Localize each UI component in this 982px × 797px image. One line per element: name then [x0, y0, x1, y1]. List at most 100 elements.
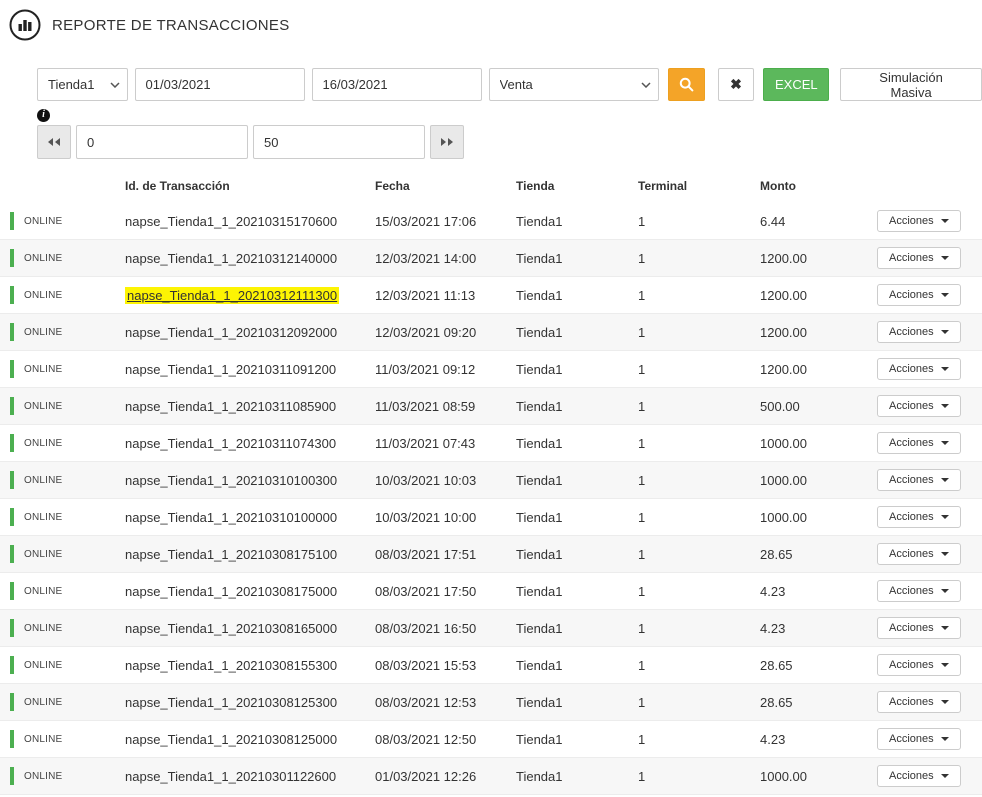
transaction-id: napse_Tienda1_1_20210308175000: [125, 584, 337, 599]
double-arrow-left-icon: [47, 137, 61, 147]
acciones-button[interactable]: Acciones: [877, 469, 961, 491]
info-icon[interactable]: i: [37, 109, 50, 122]
terminal-cell: 1: [638, 473, 760, 488]
next-page-button[interactable]: [430, 125, 464, 159]
fecha-cell: 11/03/2021 08:59: [375, 399, 516, 414]
monto-cell: 4.23: [760, 621, 877, 636]
acciones-cell: Acciones: [877, 358, 982, 380]
transaction-type-select[interactable]: Venta: [489, 68, 659, 101]
acciones-button[interactable]: Acciones: [877, 247, 961, 269]
page-header: REPORTE DE TRANSACCIONES: [0, 0, 982, 46]
offset-input[interactable]: [76, 125, 248, 159]
fecha-cell: 12/03/2021 11:13: [375, 288, 516, 303]
transaction-id: napse_Tienda1_1_20210308155300: [125, 658, 337, 673]
search-button[interactable]: [668, 68, 705, 101]
tienda-cell: Tienda1: [516, 621, 638, 636]
column-header-fecha: Fecha: [375, 179, 516, 193]
tienda-cell: Tienda1: [516, 732, 638, 747]
acciones-button[interactable]: Acciones: [877, 506, 961, 528]
status-badge: ONLINE: [24, 401, 62, 412]
acciones-button[interactable]: Acciones: [877, 284, 961, 306]
acciones-button[interactable]: Acciones: [877, 321, 961, 343]
tienda-cell: Tienda1: [516, 695, 638, 710]
acciones-button[interactable]: Acciones: [877, 580, 961, 602]
excel-export-button[interactable]: EXCEL: [763, 68, 829, 101]
acciones-button[interactable]: Acciones: [877, 432, 961, 454]
online-status-bar-icon: [10, 619, 14, 637]
double-arrow-right-icon: [440, 137, 454, 147]
acciones-button-label: Acciones: [889, 733, 934, 745]
online-status-bar-icon: [10, 545, 14, 563]
bar-chart-logo-icon: [8, 8, 42, 42]
acciones-button[interactable]: Acciones: [877, 543, 961, 565]
status-badge: ONLINE: [24, 549, 62, 560]
online-status-bar-icon: [10, 249, 14, 267]
online-status-bar-icon: [10, 582, 14, 600]
transaction-id: napse_Tienda1_1_20210310100000: [125, 510, 337, 525]
online-status-bar-icon: [10, 693, 14, 711]
acciones-button[interactable]: Acciones: [877, 358, 961, 380]
status-cell: ONLINE: [0, 545, 125, 563]
transaction-id-cell: napse_Tienda1_1_20210308175100: [125, 547, 375, 562]
mass-simulation-button[interactable]: Simulación Masiva: [840, 68, 982, 101]
caret-down-icon: [941, 404, 949, 408]
fecha-cell: 12/03/2021 09:20: [375, 325, 516, 340]
previous-page-button[interactable]: [37, 125, 71, 159]
transaction-id: napse_Tienda1_1_20210311085900: [125, 399, 336, 414]
store-select[interactable]: Tienda1: [37, 68, 128, 101]
table-row: ONLINE napse_Tienda1_1_20210310100000 10…: [0, 499, 982, 536]
status-cell: ONLINE: [0, 767, 125, 785]
acciones-button[interactable]: Acciones: [877, 728, 961, 750]
column-header-id: Id. de Transacción: [125, 179, 375, 193]
acciones-button-label: Acciones: [889, 326, 934, 338]
acciones-button[interactable]: Acciones: [877, 765, 961, 787]
terminal-cell: 1: [638, 436, 760, 451]
date-to-input[interactable]: [312, 68, 482, 101]
acciones-cell: Acciones: [877, 432, 982, 454]
terminal-cell: 1: [638, 251, 760, 266]
tienda-cell: Tienda1: [516, 510, 638, 525]
table-row: ONLINE napse_Tienda1_1_20210301122600 01…: [0, 758, 982, 795]
monto-cell: 28.65: [760, 695, 877, 710]
caret-down-icon: [941, 441, 949, 445]
monto-cell: 28.65: [760, 658, 877, 673]
acciones-button[interactable]: Acciones: [877, 210, 961, 232]
table-row: ONLINE napse_Tienda1_1_20210308155300 08…: [0, 647, 982, 684]
status-cell: ONLINE: [0, 471, 125, 489]
table-row: ONLINE napse_Tienda1_1_20210308125000 08…: [0, 721, 982, 758]
terminal-cell: 1: [638, 547, 760, 562]
page-title: REPORTE DE TRANSACCIONES: [52, 17, 290, 34]
clear-filters-button[interactable]: ✖: [718, 68, 755, 101]
limit-input[interactable]: [253, 125, 425, 159]
caret-down-icon: [941, 515, 949, 519]
caret-down-icon: [941, 330, 949, 334]
fecha-cell: 08/03/2021 12:50: [375, 732, 516, 747]
date-from-input[interactable]: [135, 68, 305, 101]
tienda-cell: Tienda1: [516, 769, 638, 784]
monto-cell: 1200.00: [760, 325, 877, 340]
status-cell: ONLINE: [0, 323, 125, 341]
transaction-id: napse_Tienda1_1_20210312111300: [125, 287, 339, 304]
column-header-tienda: Tienda: [516, 179, 638, 193]
status-badge: ONLINE: [24, 327, 62, 338]
terminal-cell: 1: [638, 510, 760, 525]
acciones-button[interactable]: Acciones: [877, 691, 961, 713]
status-cell: ONLINE: [0, 619, 125, 637]
column-header-terminal: Terminal: [638, 179, 760, 193]
acciones-button[interactable]: Acciones: [877, 395, 961, 417]
table-row: ONLINE napse_Tienda1_1_20210310100300 10…: [0, 462, 982, 499]
acciones-button-label: Acciones: [889, 511, 934, 523]
caret-down-icon: [941, 774, 949, 778]
transaction-id: napse_Tienda1_1_20210311091200: [125, 362, 336, 377]
acciones-button-label: Acciones: [889, 622, 934, 634]
fecha-cell: 08/03/2021 15:53: [375, 658, 516, 673]
acciones-button[interactable]: Acciones: [877, 654, 961, 676]
transaction-id-cell: napse_Tienda1_1_20210308125000: [125, 732, 375, 747]
info-row: i: [37, 104, 982, 119]
monto-cell: 1200.00: [760, 288, 877, 303]
acciones-cell: Acciones: [877, 543, 982, 565]
monto-cell: 4.23: [760, 732, 877, 747]
monto-cell: 1200.00: [760, 251, 877, 266]
acciones-button[interactable]: Acciones: [877, 617, 961, 639]
monto-cell: 28.65: [760, 547, 877, 562]
